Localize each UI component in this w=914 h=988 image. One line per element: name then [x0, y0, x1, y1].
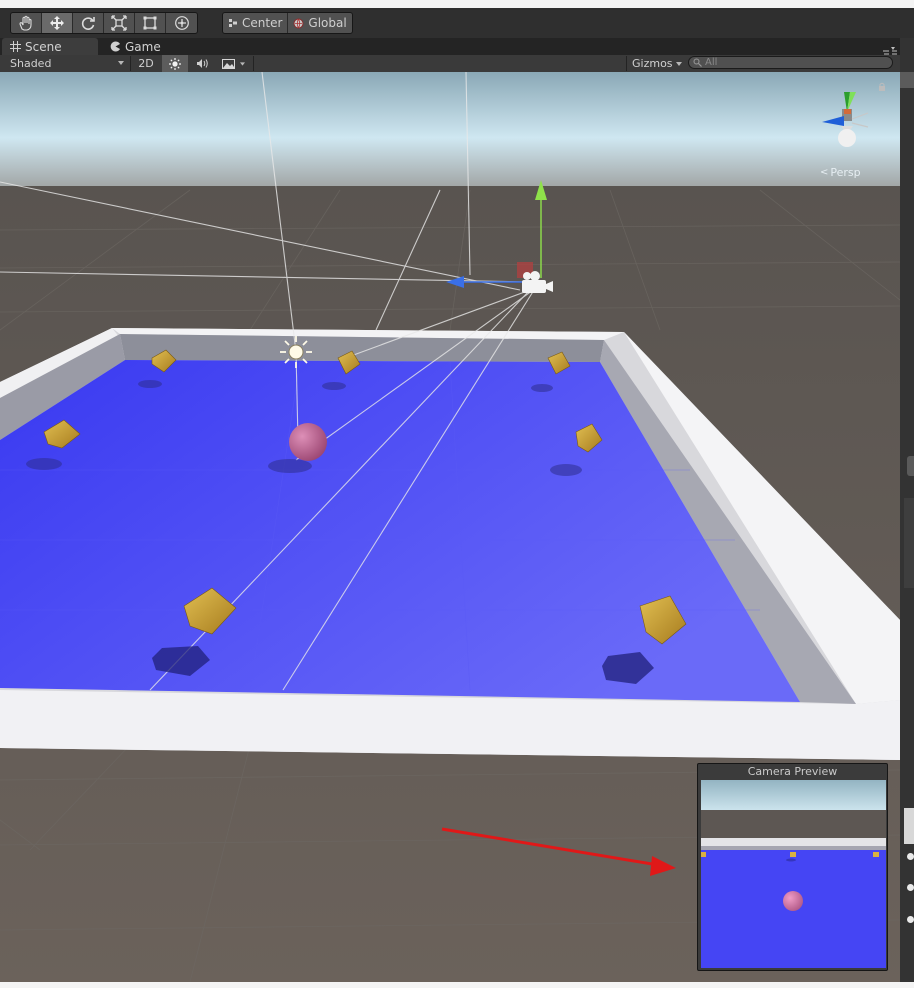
move-tool-button[interactable]: [42, 13, 73, 33]
chevron-down-icon: [676, 62, 682, 66]
hierarchy-search-field[interactable]: All: [688, 56, 893, 69]
rotate-tool-button[interactable]: [73, 13, 104, 33]
search-icon: [693, 58, 702, 67]
pivot-rotation-label: Global: [308, 16, 347, 30]
game-pacman-icon: [110, 41, 120, 52]
divider: [253, 56, 254, 71]
divider: [626, 56, 627, 71]
shading-mode-dropdown[interactable]: Shaded: [10, 55, 126, 72]
editor-tab-bar: Scene Game: [0, 38, 914, 55]
pivot-rotation-button[interactable]: Global: [287, 13, 351, 33]
rect-transform-icon: [143, 16, 157, 30]
player-sphere: [289, 423, 327, 461]
sun-icon: [169, 57, 181, 70]
shading-mode-label: Shaded: [10, 57, 52, 70]
scene-audio-toggle[interactable]: [192, 55, 214, 72]
chevron-down-icon: [240, 61, 245, 66]
transform-icon: [174, 16, 189, 30]
tab-scene-label: Scene: [25, 39, 62, 54]
hand-icon: [19, 15, 32, 31]
move-arrows-icon: [50, 16, 64, 30]
projection-label[interactable]: < Persp: [820, 166, 880, 179]
scene-grid-icon: [10, 41, 21, 52]
pivot-mode-button[interactable]: Center: [223, 13, 287, 33]
chevron-down-icon: [118, 61, 124, 65]
divider: [130, 56, 131, 71]
transform-tool-group: [10, 12, 198, 34]
tab-scene[interactable]: Scene: [2, 38, 98, 55]
search-placeholder: All: [705, 57, 718, 68]
camera-preview-render: [701, 780, 886, 968]
pivot-center-icon: [229, 19, 237, 27]
scene-view-bar: Shaded 2D Gizmos All: [0, 55, 900, 73]
scene-effects-dropdown[interactable]: [219, 55, 251, 72]
scale-icon: [111, 15, 127, 31]
orientation-gizmo[interactable]: < Persp: [812, 82, 885, 179]
image-effects-icon: [222, 58, 235, 69]
scale-tool-button[interactable]: [104, 13, 135, 33]
speaker-icon: [197, 59, 208, 68]
rotate-icon: [81, 17, 95, 30]
gizmos-label: Gizmos: [632, 57, 673, 70]
main-toolbar: Center Global: [0, 8, 914, 38]
hand-tool-button[interactable]: [11, 13, 42, 33]
sky: [0, 72, 900, 192]
scene-viewport[interactable]: < Persp Camera Preview: [0, 72, 900, 982]
tab-menu-icon[interactable]: [882, 42, 898, 55]
global-rotation-icon: [293, 18, 304, 28]
rect-tool-button[interactable]: [135, 13, 166, 33]
tab-game[interactable]: Game: [102, 38, 192, 55]
lock-icon[interactable]: [878, 82, 886, 92]
pivot-mode-label: Center: [242, 16, 283, 30]
camera-preview-title: Camera Preview: [747, 764, 838, 778]
tab-game-label: Game: [125, 39, 161, 54]
transform-tool-button[interactable]: [166, 13, 197, 33]
right-panel-edge: [900, 38, 914, 982]
toggle-2d-button[interactable]: 2D: [135, 55, 157, 72]
window-bottom-strip: [0, 982, 914, 988]
camera-preview-panel[interactable]: Camera Preview: [697, 763, 888, 971]
scene-lighting-toggle[interactable]: [162, 55, 188, 72]
toggle-2d-label: 2D: [138, 57, 154, 70]
pivot-toggle-group: Center Global: [222, 12, 353, 34]
window-top-strip: [0, 0, 914, 8]
gizmos-dropdown[interactable]: Gizmos: [632, 55, 682, 72]
axis-gizmo-icon: [822, 92, 869, 147]
